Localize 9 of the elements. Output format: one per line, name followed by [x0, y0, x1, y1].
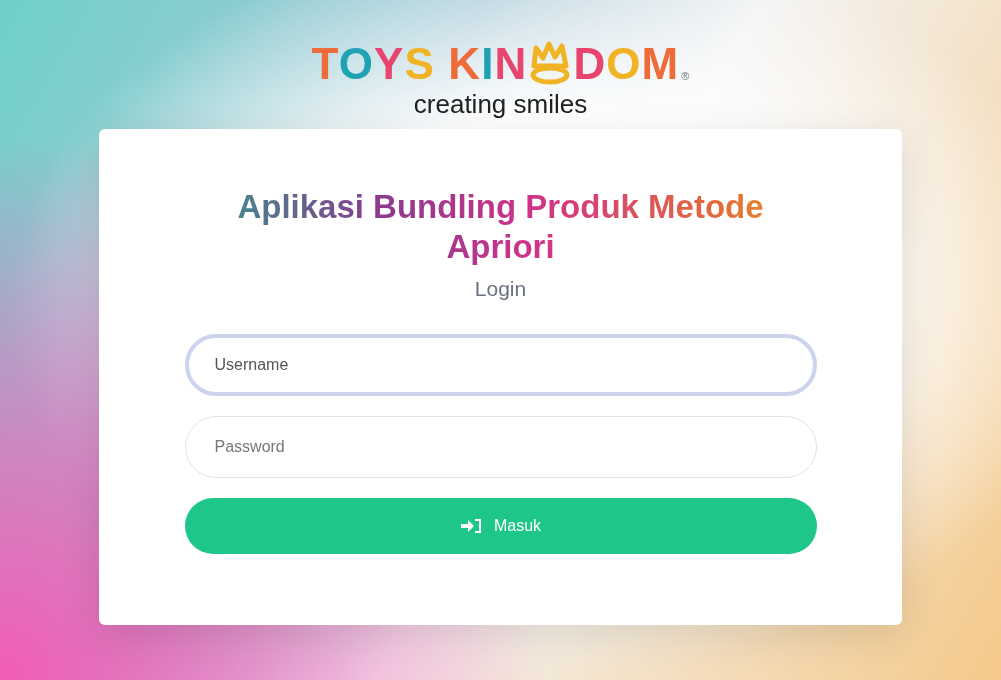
login-button[interactable]: Masuk: [184, 498, 817, 554]
logo-wordmark: TOYS KIN: [311, 42, 528, 86]
registered-mark: ®: [681, 68, 690, 84]
input-field[interactable]: Username: [184, 334, 817, 396]
sign-in-icon: [459, 518, 482, 534]
logo-wordmark: DOM: [573, 42, 680, 86]
login-subtitle: Login: [474, 275, 527, 302]
input-field[interactable]: Password: [184, 416, 817, 478]
tagline: creating smiles: [413, 88, 588, 121]
